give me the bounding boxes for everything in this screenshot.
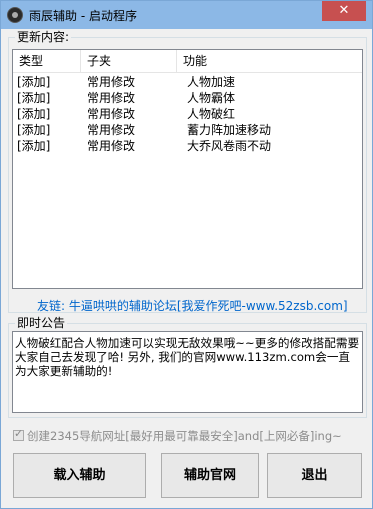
item-type: [添加] <box>17 123 51 137</box>
close-button[interactable]: ✕ <box>322 1 366 21</box>
column-header-folder[interactable]: 子夹 <box>81 50 177 72</box>
item-function: 人物霸体 <box>187 91 236 105</box>
item-type: [添加] <box>17 139 51 153</box>
announcement-legend: 即时公告 <box>15 316 68 330</box>
item-type: [添加] <box>17 107 51 121</box>
item-type: [添加] <box>17 75 51 89</box>
exit-button[interactable]: 退出 <box>267 453 362 498</box>
item-function: 人物破红 <box>187 107 236 121</box>
list-item[interactable]: [添加] 常用修改 人物破红 <box>13 106 362 122</box>
list-item[interactable]: [添加] 常用修改 大乔风卷雨不动 <box>13 138 362 154</box>
app-icon <box>7 7 23 23</box>
item-folder: 常用修改 <box>87 75 136 89</box>
item-function: 人物加速 <box>187 75 236 89</box>
column-header-type[interactable]: 类型 <box>13 50 81 72</box>
updates-list[interactable]: 类型 子夹 功能 [添加] 常用修改 人物加速 [添加] 常用修改 人物霸体 [… <box>12 49 363 289</box>
window-title: 雨辰辅助 - 启动程序 <box>29 9 137 23</box>
friend-link[interactable]: 友链: 牛逼哄哄的辅助论坛[我爱作死吧-www.52zsb.com] <box>37 297 348 314</box>
item-folder: 常用修改 <box>87 139 136 153</box>
main-window: 雨辰辅助 - 启动程序 ✕ 更新内容: 类型 子夹 功能 [添加] 常用修改 人… <box>0 0 373 509</box>
item-folder: 常用修改 <box>87 107 136 121</box>
list-item[interactable]: [添加] 常用修改 人物霸体 <box>13 90 362 106</box>
item-function: 蓄力阵加速移动 <box>187 123 272 137</box>
item-type: [添加] <box>17 91 51 105</box>
official-site-button[interactable]: 辅助官网 <box>161 453 259 498</box>
updates-legend: 更新内容: <box>15 30 72 44</box>
item-folder: 常用修改 <box>87 91 136 105</box>
title-bar[interactable]: 雨辰辅助 - 启动程序 ✕ <box>1 1 372 29</box>
nav-shortcut-checkbox[interactable]: 创建2345导航网址[最好用最可靠最安全]and[上网必备]ing~ <box>13 427 342 444</box>
announcement-text[interactable]: 人物破红配合人物加速可以实现无敌效果哦~~更多的修改搭配需要大家自己去发现了哈!… <box>12 331 363 413</box>
list-header: 类型 子夹 功能 <box>13 50 362 73</box>
checkbox-icon[interactable] <box>13 427 24 441</box>
checkbox-label: 创建2345导航网址[最好用最可靠最安全]and[上网必备]ing~ <box>27 429 342 443</box>
list-item[interactable]: [添加] 常用修改 蓄力阵加速移动 <box>13 122 362 138</box>
list-item[interactable]: [添加] 常用修改 人物加速 <box>13 74 362 90</box>
column-header-function[interactable]: 功能 <box>177 50 363 72</box>
load-assist-button[interactable]: 载入辅助 <box>13 453 146 498</box>
item-folder: 常用修改 <box>87 123 136 137</box>
item-function: 大乔风卷雨不动 <box>187 139 272 153</box>
